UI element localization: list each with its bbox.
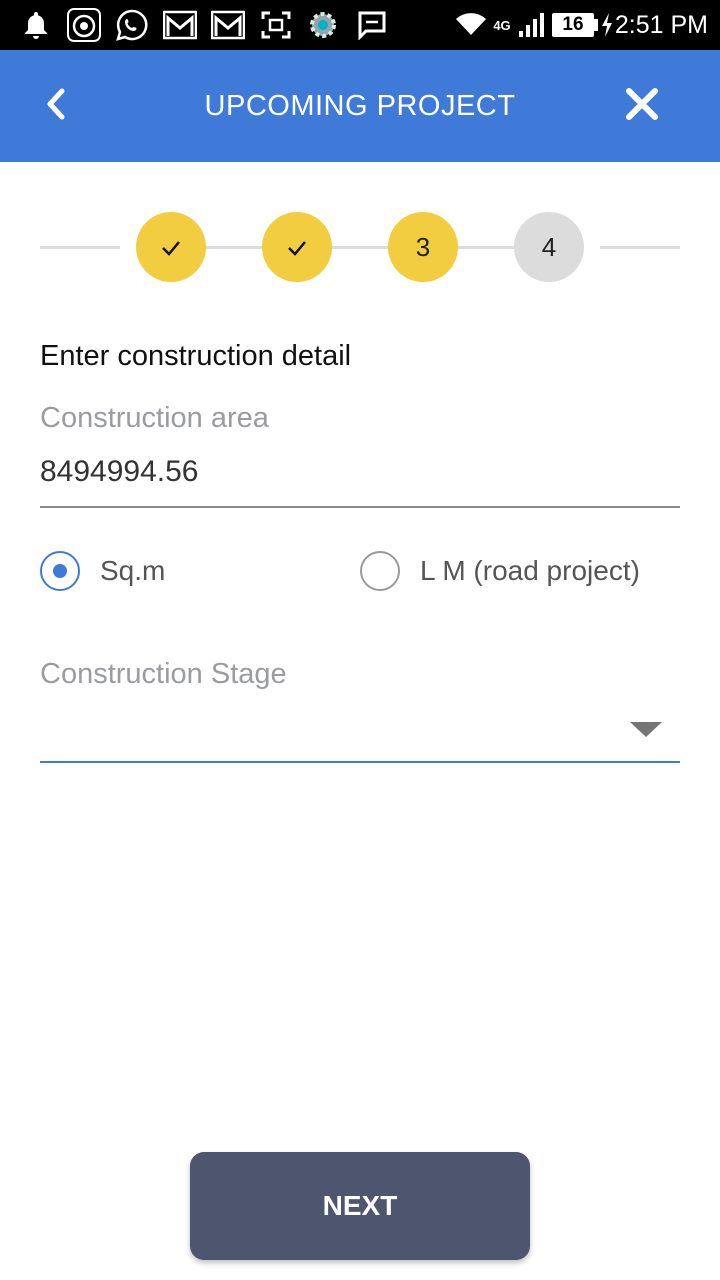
dropdown-arrow-icon bbox=[630, 722, 662, 737]
section-title: Enter construction detail bbox=[40, 340, 352, 372]
stepper-line bbox=[332, 246, 388, 249]
radio-sqm[interactable]: Sq.m bbox=[40, 550, 165, 592]
construction-area-label: Construction area bbox=[40, 402, 269, 434]
stepper-line bbox=[600, 246, 680, 249]
message-icon bbox=[356, 8, 388, 42]
stepper-line bbox=[40, 246, 120, 249]
step-3: 3 bbox=[388, 212, 458, 282]
gmail-icon bbox=[162, 8, 198, 42]
construction-area-underline bbox=[40, 506, 680, 508]
network-type-label: 4G bbox=[493, 17, 511, 33]
close-icon bbox=[624, 86, 660, 127]
stepper-line bbox=[206, 246, 262, 249]
whatsapp-icon bbox=[114, 8, 150, 42]
step-4: 4 bbox=[514, 212, 584, 282]
notification-bell-icon bbox=[22, 8, 50, 42]
construction-stage-dropdown[interactable] bbox=[40, 700, 680, 762]
status-bar: 4G 16 2:51 PM bbox=[0, 0, 720, 50]
checkmark-icon bbox=[287, 232, 307, 263]
charging-icon bbox=[600, 8, 614, 42]
construction-stage-label: Construction Stage bbox=[40, 658, 287, 690]
step-1 bbox=[136, 212, 206, 282]
radio-sqm-label: Sq.m bbox=[100, 555, 166, 586]
stepper-line bbox=[458, 246, 514, 249]
construction-area-input[interactable]: 8494994.56 bbox=[40, 455, 199, 489]
construction-stage-underline bbox=[40, 761, 680, 763]
status-time: 2:51 PM bbox=[614, 11, 708, 39]
signal-icon bbox=[516, 8, 546, 42]
progress-stepper: 3 4 bbox=[40, 212, 680, 282]
page-title: UPCOMING PROJECT bbox=[204, 90, 516, 122]
radio-lm-label: L M (road project) bbox=[420, 555, 640, 586]
gmail-icon bbox=[210, 8, 246, 42]
step-2 bbox=[262, 212, 332, 282]
battery-icon: 16 bbox=[552, 13, 594, 37]
checkmark-icon bbox=[161, 232, 181, 263]
radio-checked-icon bbox=[40, 551, 80, 591]
radio-lm-road-project[interactable]: L M (road project) bbox=[360, 550, 640, 592]
battery-tip bbox=[594, 19, 598, 31]
next-button[interactable]: NEXT bbox=[190, 1152, 530, 1260]
close-button[interactable] bbox=[614, 78, 670, 134]
app-bar: UPCOMING PROJECT bbox=[0, 50, 720, 162]
screenshot-icon bbox=[260, 8, 292, 42]
radio-unchecked-icon bbox=[360, 551, 400, 591]
app-badge-icon bbox=[66, 8, 102, 42]
wifi-icon bbox=[454, 8, 488, 42]
settings-gear-icon bbox=[306, 8, 340, 42]
